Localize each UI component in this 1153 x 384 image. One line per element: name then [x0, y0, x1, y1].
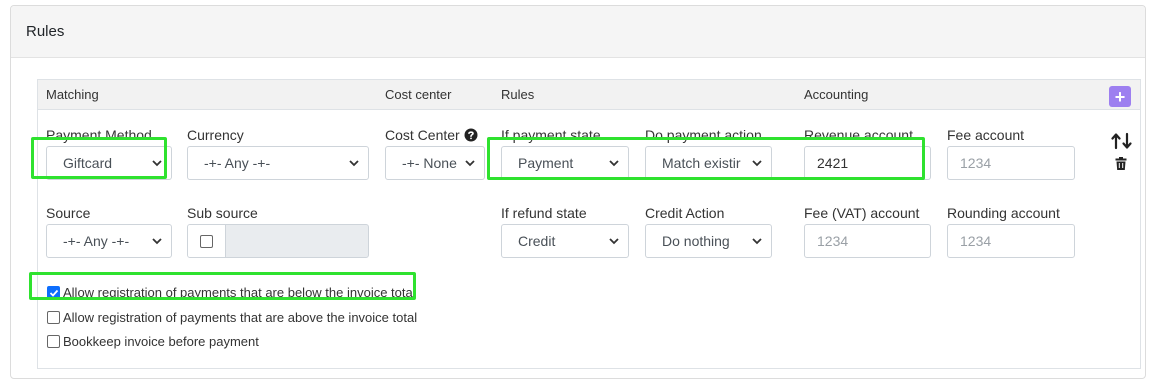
allow-below-total-checkbox[interactable]: [47, 286, 60, 299]
refund-state-value: Credit: [518, 233, 556, 249]
rounding-account-input[interactable]: 1234: [947, 224, 1075, 258]
chevron-down-icon: [609, 238, 619, 245]
header-rules: Rules: [501, 87, 535, 102]
sub-source-checkbox[interactable]: [200, 234, 213, 248]
option-bookkeep-before-payment[interactable]: Bookkeep invoice before payment: [47, 334, 259, 349]
payment-state-value: Payment: [518, 155, 574, 171]
credit-action-label: Credit Action: [645, 205, 725, 221]
sub-source-label: Sub source: [187, 205, 258, 221]
rounding-account-label: Rounding account: [947, 205, 1060, 221]
bookkeep-before-payment-checkbox[interactable]: [47, 335, 60, 348]
currency-label: Currency: [187, 127, 244, 143]
revenue-account-input[interactable]: 2421: [804, 146, 931, 180]
cost-center-value: -+- None: [402, 155, 457, 171]
sort-arrows-icon[interactable]: [1111, 132, 1133, 150]
payment-action-label: Do payment action: [645, 127, 762, 143]
allow-above-total-checkbox[interactable]: [47, 311, 60, 324]
check-icon: [49, 289, 58, 297]
header-cost-center: Cost center: [385, 87, 452, 102]
fee-account-input[interactable]: 1234: [947, 146, 1075, 180]
sub-source-input-group: [187, 224, 369, 258]
cost-center-select[interactable]: -+- None: [385, 146, 485, 180]
option-allow-above-total[interactable]: Allow registration of payments that are …: [47, 310, 417, 325]
add-rule-button[interactable]: +: [1109, 86, 1131, 107]
fee-vat-account-label: Fee (VAT) account: [804, 205, 920, 221]
chevron-down-icon: [152, 160, 162, 167]
table-header: Matching Cost center Rules Accounting +: [38, 80, 1140, 110]
currency-select[interactable]: -+- Any -+-: [187, 146, 369, 180]
option-allow-below-total[interactable]: Allow registration of payments that are …: [47, 285, 416, 300]
cost-center-label-group: Cost Center: [385, 127, 478, 143]
source-value: -+- Any -+-: [63, 233, 130, 249]
cost-center-label: Cost Center: [385, 127, 460, 143]
sub-source-checkbox-wrap: [188, 225, 226, 257]
fee-vat-account-input[interactable]: 1234: [804, 224, 931, 258]
payment-method-value: Giftcard: [63, 155, 113, 171]
payment-method-select[interactable]: Giftcard: [46, 146, 172, 180]
chevron-down-icon: [465, 160, 475, 167]
header-accounting: Accounting: [804, 87, 869, 102]
chevron-down-icon: [152, 238, 162, 245]
refund-state-label: If refund state: [501, 205, 587, 221]
source-select[interactable]: -+- Any -+-: [46, 224, 172, 258]
currency-value: -+- Any -+-: [204, 155, 271, 171]
allow-above-total-label: Allow registration of payments that are …: [63, 310, 418, 325]
chevron-down-icon: [752, 160, 762, 167]
payment-method-label: Payment Method: [46, 127, 152, 143]
source-label: Source: [46, 205, 91, 221]
fee-account-label: Fee account: [947, 127, 1025, 143]
chevron-down-icon: [752, 238, 762, 245]
payment-action-value: Match existir: [662, 155, 741, 171]
card-header: Rules: [11, 6, 1145, 58]
question-circle-icon[interactable]: [464, 128, 478, 142]
credit-action-select[interactable]: Do nothing: [645, 224, 772, 258]
rules-card: Rules Matching Cost center Rules Account…: [10, 5, 1146, 379]
allow-below-total-label: Allow registration of payments that are …: [63, 285, 416, 300]
chevron-down-icon: [349, 160, 359, 167]
payment-state-label: If payment state: [501, 127, 601, 143]
credit-action-value: Do nothing: [662, 233, 730, 249]
card-title: Rules: [26, 23, 65, 40]
bookkeep-before-payment-label: Bookkeep invoice before payment: [63, 334, 259, 349]
trash-icon[interactable]: [1115, 157, 1127, 170]
refund-state-select[interactable]: Credit: [501, 224, 629, 258]
chevron-down-icon: [609, 160, 619, 167]
plus-icon: +: [1114, 86, 1126, 107]
payment-state-select[interactable]: Payment: [501, 146, 629, 180]
rules-table: Matching Cost center Rules Accounting + …: [37, 79, 1141, 369]
revenue-account-label: Revenue account: [804, 127, 913, 143]
header-matching: Matching: [46, 87, 99, 102]
payment-action-select[interactable]: Match existir: [645, 146, 772, 180]
